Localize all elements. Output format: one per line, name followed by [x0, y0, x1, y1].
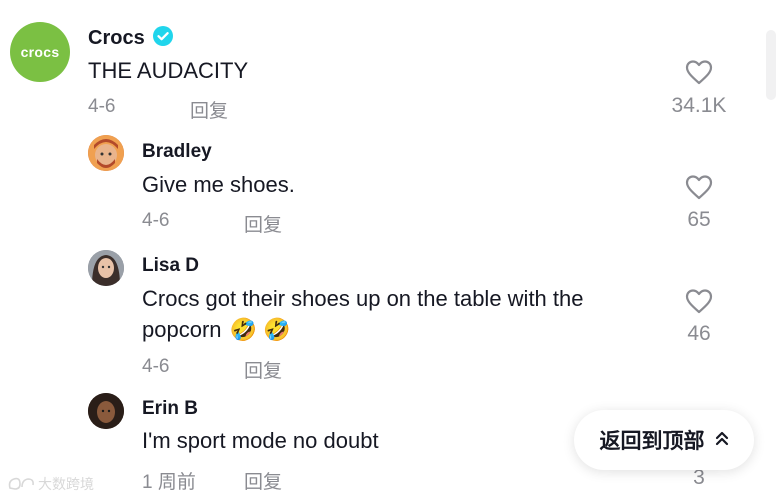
reply-text-line2: popcorn 🤣 🤣	[142, 314, 290, 345]
rofl-emoji-icon: 🤣 🤣	[229, 317, 291, 342]
reply-text-line2-words: popcorn	[142, 317, 222, 342]
back-to-top-label: 返回到顶部	[599, 430, 705, 453]
heart-icon[interactable]	[685, 59, 713, 85]
reply-like-count: 46	[687, 322, 711, 345]
scrollbar-thumb[interactable]	[766, 30, 776, 100]
crocs-logo-text: crocs	[20, 44, 60, 60]
heart-icon[interactable]	[685, 174, 713, 200]
watermark-text: 大数跨境	[38, 476, 94, 492]
verified-badge-icon	[152, 26, 173, 51]
main-comment-reply-button[interactable]: 回复	[190, 96, 228, 123]
double-chevron-up-icon	[715, 428, 729, 452]
reply-button[interactable]: 回复	[244, 210, 282, 237]
reply-author[interactable]: Erin B	[142, 398, 198, 420]
reply-date: 4-6	[142, 356, 170, 377]
reply-date: 1 周前	[142, 472, 196, 493]
bradley-avatar[interactable]	[88, 135, 124, 171]
heart-icon[interactable]	[685, 288, 713, 314]
watermark-logo-icon	[8, 477, 34, 490]
back-to-top-button[interactable]: 返回到顶部	[574, 410, 754, 470]
watermark: 大数跨境	[6, 474, 94, 494]
reply-text: I'm sport mode no doubt	[142, 428, 379, 453]
crocs-avatar[interactable]: crocs	[10, 22, 70, 82]
reply-text-line1: Crocs got their shoes up on the table wi…	[142, 286, 584, 311]
reply-like-count: 65	[687, 208, 711, 231]
reply-button[interactable]: 回复	[244, 356, 282, 383]
reply-date: 4-6	[142, 210, 170, 231]
main-comment-date: 4-6	[88, 96, 116, 117]
lisa-avatar[interactable]	[88, 250, 124, 286]
reply-button[interactable]: 回复	[244, 467, 282, 494]
reply-author[interactable]: Bradley	[142, 141, 212, 163]
main-comment-like-count: 34.1K	[671, 94, 727, 117]
main-comment-header: Crocs	[88, 26, 173, 51]
reply-author[interactable]: Lisa D	[142, 255, 199, 277]
erin-avatar[interactable]	[88, 393, 124, 429]
reply-text: Give me shoes.	[142, 172, 295, 197]
main-comment-text: THE AUDACITY	[88, 58, 249, 83]
main-comment-author[interactable]: Crocs	[88, 27, 145, 50]
